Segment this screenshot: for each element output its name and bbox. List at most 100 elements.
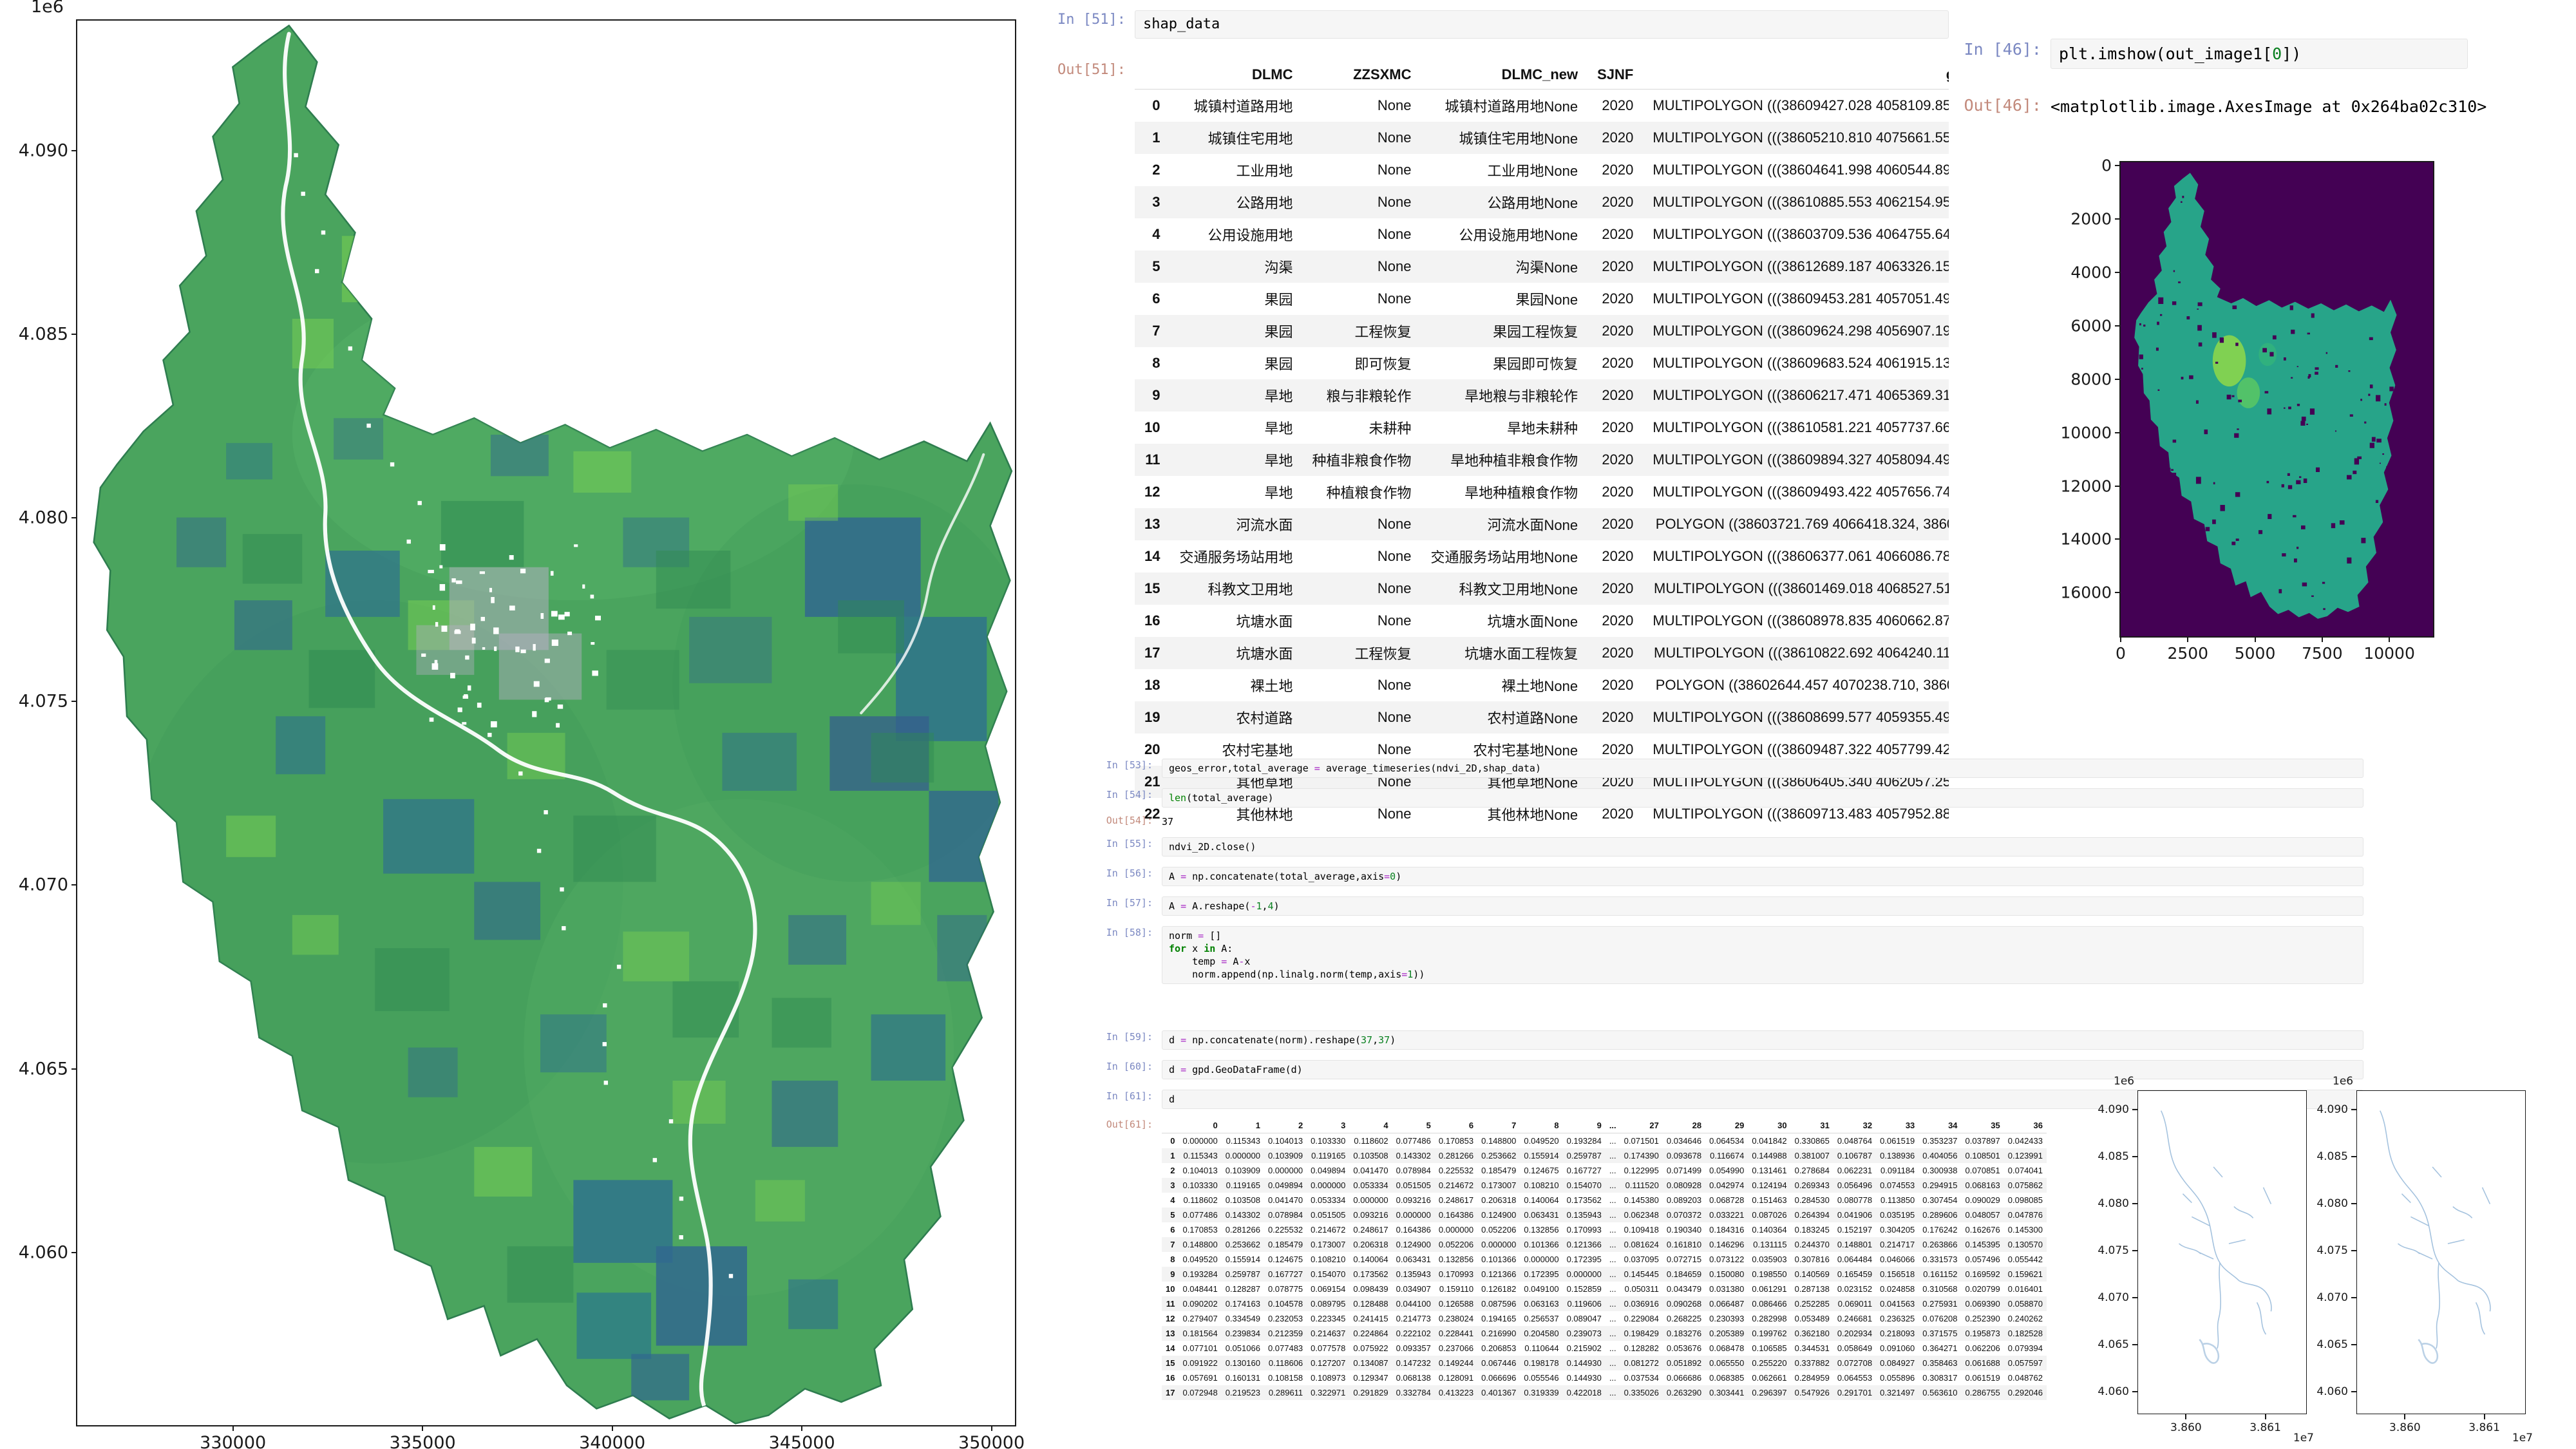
y-tick-mark (2351, 1250, 2357, 1251)
table-cell: 0.031380 (1705, 1282, 1748, 1296)
table-cell: 0.093216 (1349, 1208, 1392, 1222)
table-cell: 种植非粮食作物 (1303, 444, 1421, 476)
y-tick-mark (71, 150, 77, 151)
y-tick-label: 10000 (2060, 423, 2112, 442)
table-cell: 0.074041 (2004, 1163, 2047, 1178)
notebook-cell: In [55]:ndvi_2D.close() (1077, 837, 2363, 857)
table-row: 5沟渠None沟渠None2020MULTIPOLYGON (((3861268… (1135, 251, 1949, 283)
table-cell: 0.255220 (1748, 1356, 1790, 1370)
y-tick-mark (2115, 325, 2121, 327)
table-cell: 即可恢复 (1303, 347, 1421, 379)
table-cell: 旱地种植非粮食作物 (1421, 444, 1588, 476)
input-prompt: In [55]: (1077, 837, 1162, 850)
code-input[interactable]: ndvi_2D.close() (1162, 837, 2363, 857)
code-input[interactable]: A = np.concatenate(total_average,axis=0) (1162, 867, 2363, 886)
table-cell: 0.109418 (1620, 1222, 1663, 1237)
table-cell: 0.077483 (1264, 1341, 1307, 1356)
table-cell: 0.547926 (1791, 1385, 1833, 1400)
table-cell: 河流水面None (1421, 508, 1588, 540)
table-cell: 0.075862 (2004, 1178, 2047, 1193)
table-cell: 0.145445 (1620, 1267, 1663, 1282)
table-cell: 0.000000 (1222, 1148, 1264, 1163)
code-input[interactable]: shap_data (1135, 10, 1949, 39)
table-row: 80.0495200.1559140.1246750.1082100.14006… (1162, 1252, 2047, 1267)
notebook-cell: In [53]:geos_error,total_average = avera… (1077, 759, 2363, 778)
code-input[interactable]: d = gpd.GeoDataFrame(d) (1162, 1060, 2363, 1079)
table-cell: 0.075922 (1349, 1341, 1392, 1356)
table-cell: 旱地种植粮食作物 (1421, 476, 1588, 508)
y-tick-mark (2132, 1156, 2138, 1157)
row-index: 11 (1162, 1296, 1179, 1311)
table-cell: 0.381007 (1791, 1148, 1833, 1163)
table-cell: 0.229084 (1620, 1311, 1663, 1326)
y-tick-label: 2000 (2070, 210, 2112, 229)
table-cell: 0.279407 (1179, 1311, 1221, 1326)
row-index: 3 (1135, 186, 1170, 218)
table-cell: 0.321497 (1876, 1385, 1918, 1400)
table-cell: 0.052206 (1477, 1222, 1520, 1237)
table-cell: 0.104013 (1179, 1163, 1221, 1178)
table-row: 50.0774860.1433020.0789840.0515050.09321… (1162, 1208, 2047, 1222)
table-cell: 0.167727 (1264, 1267, 1307, 1282)
row-index: 11 (1135, 444, 1170, 476)
table-cell: MULTIPOLYGON (((38609453.281 4057051.490… (1643, 283, 1949, 315)
y-tick-mark (2115, 272, 2121, 273)
y-tick-mark (2115, 538, 2121, 540)
row-index: 6 (1162, 1222, 1179, 1237)
table-cell: 果园 (1170, 315, 1302, 347)
table-cell: 0.118606 (1264, 1356, 1307, 1370)
table-cell: 0.319339 (1520, 1385, 1562, 1400)
table-cell: 0.230393 (1705, 1311, 1748, 1326)
table-cell: 0.154070 (1307, 1267, 1349, 1282)
table-cell: 0.041842 (1748, 1133, 1790, 1149)
table-cell: 0.118602 (1349, 1133, 1392, 1149)
code-input[interactable]: geos_error,total_average = average_times… (1162, 759, 2363, 778)
table-cell: 0.055896 (1876, 1370, 1918, 1385)
table-cell: 0.068478 (1705, 1341, 1748, 1356)
table-cell: 0.164386 (1392, 1222, 1435, 1237)
table-cell: 2020 (1587, 90, 1643, 122)
table-cell: 城镇住宅用地 (1170, 122, 1302, 154)
table-row: 14交通服务场站用地None交通服务场站用地None2020MULTIPOLYG… (1135, 540, 1949, 573)
table-cell: 0.051066 (1222, 1341, 1264, 1356)
table-cell: 0.119606 (1563, 1296, 1605, 1311)
table-cell: ... (1605, 1311, 1620, 1326)
table-cell: 0.064534 (1705, 1133, 1748, 1149)
table-cell: 0.068163 (1962, 1178, 2004, 1193)
table-cell: 0.148800 (1179, 1237, 1221, 1252)
dataframe: DLMCZZSXMCDLMC_newSJNFgeometry0城镇村道路用地No… (1135, 61, 1949, 830)
y-tick-label: 4.085 (2316, 1150, 2348, 1163)
column-header: 36 (2004, 1118, 2047, 1133)
y-tick-label: 16000 (2060, 583, 2112, 602)
table-cell: None (1303, 669, 1421, 701)
code-input[interactable]: plt.imshow(out_image1[0]) (2050, 39, 2468, 69)
table-cell: 0.335026 (1620, 1385, 1663, 1400)
x-tick-label: 350000 (958, 1433, 1025, 1449)
table-cell: 0.103330 (1179, 1178, 1221, 1193)
x-tick-label: 335000 (390, 1433, 456, 1449)
table-cell: 0.086466 (1748, 1296, 1790, 1311)
code-input[interactable]: norm = []for x in A: temp = A-x norm.app… (1162, 926, 2363, 984)
table-cell: 0.214637 (1307, 1326, 1349, 1341)
code-input[interactable]: A = A.reshape(-1,4) (1162, 896, 2363, 916)
x-tick-mark (2255, 636, 2256, 642)
table-cell: 0.150080 (1705, 1267, 1748, 1282)
table-row: 4公用设施用地None公用设施用地None2020MULTIPOLYGON ((… (1135, 218, 1949, 251)
code-input[interactable]: len(total_average) (1162, 788, 2363, 808)
table-cell: 0.371575 (1918, 1326, 1961, 1341)
code-input[interactable]: d = np.concatenate(norm).reshape(37,37) (1162, 1030, 2363, 1050)
table-cell: 沟渠 (1170, 251, 1302, 283)
y-tick-mark (2351, 1109, 2357, 1110)
table-cell: 0.047876 (2004, 1208, 2047, 1222)
column-header: ... (1605, 1118, 1620, 1133)
table-cell: 0.118602 (1179, 1193, 1221, 1208)
table-cell: ... (1605, 1252, 1620, 1267)
table-cell: 0.128287 (1222, 1282, 1264, 1296)
y-tick-mark (2115, 218, 2121, 220)
row-index: 16 (1135, 605, 1170, 637)
table-cell: 0.284530 (1791, 1193, 1833, 1208)
table-cell: 0.216990 (1477, 1326, 1520, 1341)
table-row: 10旱地未耕种旱地未耕种2020MULTIPOLYGON (((38610581… (1135, 412, 1949, 444)
row-index: 10 (1135, 412, 1170, 444)
table-cell: 0.413223 (1435, 1385, 1477, 1400)
